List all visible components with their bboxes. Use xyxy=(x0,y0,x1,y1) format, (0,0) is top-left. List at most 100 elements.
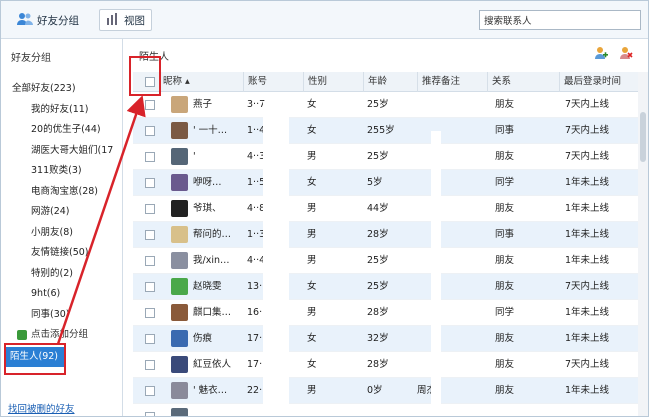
sidebar-item-group[interactable]: 311败类(3) xyxy=(1,161,123,182)
sidebar-item-group[interactable]: 电商淘宝崽(28) xyxy=(1,182,123,203)
recover-deleted-friends-link[interactable]: 找回被删的好友 xyxy=(8,401,75,415)
cell-login xyxy=(565,404,638,416)
cell-nick: 燕子 xyxy=(193,99,213,110)
table-row[interactable]: 我/xin… 4··48 男 25岁 朋友 1年未上线 xyxy=(133,248,638,274)
scrollbar-thumb[interactable] xyxy=(640,112,646,162)
cell-nick: ' 一十… xyxy=(193,125,228,136)
cell-login: 1年未上线 xyxy=(565,255,610,266)
view-button[interactable]: 视图 xyxy=(99,9,152,31)
cell-gender: 女 xyxy=(307,333,317,344)
cell-gender: 女 xyxy=(307,359,317,370)
add-group-label: 点击添加分组 xyxy=(31,329,89,340)
cell-age: 0岁 xyxy=(367,385,383,396)
table-row[interactable]: 帮问的…1··361男28岁同事1年未上线 xyxy=(133,222,638,248)
avatar xyxy=(171,330,188,347)
friend-group-button[interactable]: 好友分组 xyxy=(11,9,85,31)
cell-age: 25岁 xyxy=(367,151,389,162)
row-checkbox[interactable] xyxy=(145,100,155,110)
table-row[interactable]: 赵晓雯13··39女25岁朋友7天内上线 xyxy=(133,274,638,300)
column-age[interactable]: 年龄 xyxy=(363,72,417,92)
sidebar-item-group[interactable]: 湖医大哥大姐们(17 xyxy=(1,141,123,162)
table-row[interactable]: 燕子 3··7 女 25岁 朋友 7天内上线 xyxy=(133,92,638,118)
row-checkbox[interactable] xyxy=(145,412,155,416)
sidebar-item-group[interactable]: 小朋友(8) xyxy=(1,223,123,244)
row-checkbox[interactable] xyxy=(145,152,155,162)
row-checkbox[interactable] xyxy=(145,256,155,266)
column-last-login[interactable]: 最后登录时间 xyxy=(559,72,638,92)
table-row[interactable]: 麒口集…16··56男28岁同学1年未上线 xyxy=(133,300,638,326)
cell-nick: ' xyxy=(193,151,196,162)
cell-rel: 同事 xyxy=(495,229,515,240)
toolbar: 好友分组 视图 xyxy=(1,1,648,39)
cell-note xyxy=(417,118,477,144)
table-row[interactable]: ' 魅衣…22··95男0岁周杰朋友1年未上线 xyxy=(133,378,638,404)
table-row[interactable] xyxy=(133,404,638,416)
add-contact-icon[interactable] xyxy=(594,46,608,60)
cell-note xyxy=(417,196,477,222)
cell-note xyxy=(417,248,477,274)
cell-note xyxy=(417,352,477,378)
row-checkbox[interactable] xyxy=(145,334,155,344)
row-checkbox[interactable] xyxy=(145,282,155,292)
sidebar-item-group[interactable]: 特别的(2) xyxy=(1,264,123,285)
sidebar-item-group[interactable]: 友情链接(50) xyxy=(1,243,123,264)
cell-rel: 朋友 xyxy=(495,255,515,266)
table-row[interactable]: 伤痕17··56女32岁朋友1年未上线 xyxy=(133,326,638,352)
sidebar-item-group[interactable]: 全部好友(223) xyxy=(1,79,123,100)
cell-gender: 男 xyxy=(307,255,317,266)
cell-login: 7天内上线 xyxy=(565,359,610,370)
avatar xyxy=(171,148,188,165)
table-row[interactable]: 爷琪、 4··89 男 44岁 朋友 1年未上线 xyxy=(133,196,638,222)
row-checkbox[interactable] xyxy=(145,178,155,188)
search-input[interactable] xyxy=(479,10,641,30)
bar-chart-icon xyxy=(106,12,120,28)
cell-nick: 赵晓雯 xyxy=(193,281,222,292)
cell-note xyxy=(417,144,477,170)
cell-nick: 麒口集… xyxy=(193,307,232,318)
view-label: 视图 xyxy=(124,14,145,27)
sidebar-item-group[interactable]: 20的优生子(44) xyxy=(1,120,123,141)
row-checkbox[interactable] xyxy=(145,386,155,396)
row-checkbox[interactable] xyxy=(145,230,155,240)
sidebar-item-group[interactable]: 9ht(6) xyxy=(1,284,123,305)
column-gender[interactable]: 性别 xyxy=(303,72,363,92)
avatar xyxy=(171,174,188,191)
column-note[interactable]: 推荐备注 xyxy=(417,72,487,92)
cell-rel: 朋友 xyxy=(495,281,515,292)
sidebar-item-group[interactable]: 网游(24) xyxy=(1,202,123,223)
delete-contact-icon[interactable] xyxy=(619,46,633,60)
row-checkbox[interactable] xyxy=(145,204,155,214)
cell-login: 1年未上线 xyxy=(565,229,610,240)
cell-gender: 男 xyxy=(307,229,317,240)
column-relation[interactable]: 关系 xyxy=(487,72,559,92)
table-row[interactable]: ' 4··38 男 25岁 朋友 7天内上线 xyxy=(133,144,638,170)
avatar xyxy=(171,200,188,217)
cell-nick xyxy=(193,404,243,416)
contact-manager-window: 好友分组 视图 好友分组 全部好友(223)我的好友(11)20的优生子(44)… xyxy=(0,0,649,417)
vertical-scrollbar[interactable] xyxy=(638,72,648,416)
table-header: 昵称 ▴ 账号 性别 年龄 推荐备注 关系 最后登录时间 xyxy=(133,72,638,92)
cell-login: 1年未上线 xyxy=(565,307,610,318)
friend-group-label: 好友分组 xyxy=(37,14,79,27)
cell-gender: 女 xyxy=(307,99,317,110)
column-account[interactable]: 账号 xyxy=(243,72,303,92)
row-checkbox[interactable] xyxy=(145,308,155,318)
sidebar-item-group[interactable]: 同事(30) xyxy=(1,305,123,326)
cell-rel: 朋友 xyxy=(495,99,515,110)
cell-note xyxy=(417,404,477,416)
table-row[interactable]: 紅豆依人17··68女28岁朋友7天内上线 xyxy=(133,352,638,378)
avatar xyxy=(171,252,188,269)
avatar xyxy=(171,356,188,373)
column-nickname[interactable]: 昵称 ▴ xyxy=(159,72,243,92)
sidebar-item-group[interactable]: 我的好友(11) xyxy=(1,100,123,121)
table-row[interactable]: ' 一十… 1··45 女 255岁 同事 7天内上线 xyxy=(133,118,638,144)
cell-note xyxy=(417,92,477,118)
row-checkbox[interactable] xyxy=(145,360,155,370)
cell-nick: 爷琪、 xyxy=(193,203,222,214)
cell-login: 7天内上线 xyxy=(565,99,610,110)
cell-rel: 朋友 xyxy=(495,151,515,162)
cell-nick: 帮问的… xyxy=(193,229,232,240)
row-checkbox[interactable] xyxy=(145,126,155,136)
cell-gender: 男 xyxy=(307,151,317,162)
table-row[interactable]: 咿呀… 1··55 女 5岁 同学 1年未上线 xyxy=(133,170,638,196)
